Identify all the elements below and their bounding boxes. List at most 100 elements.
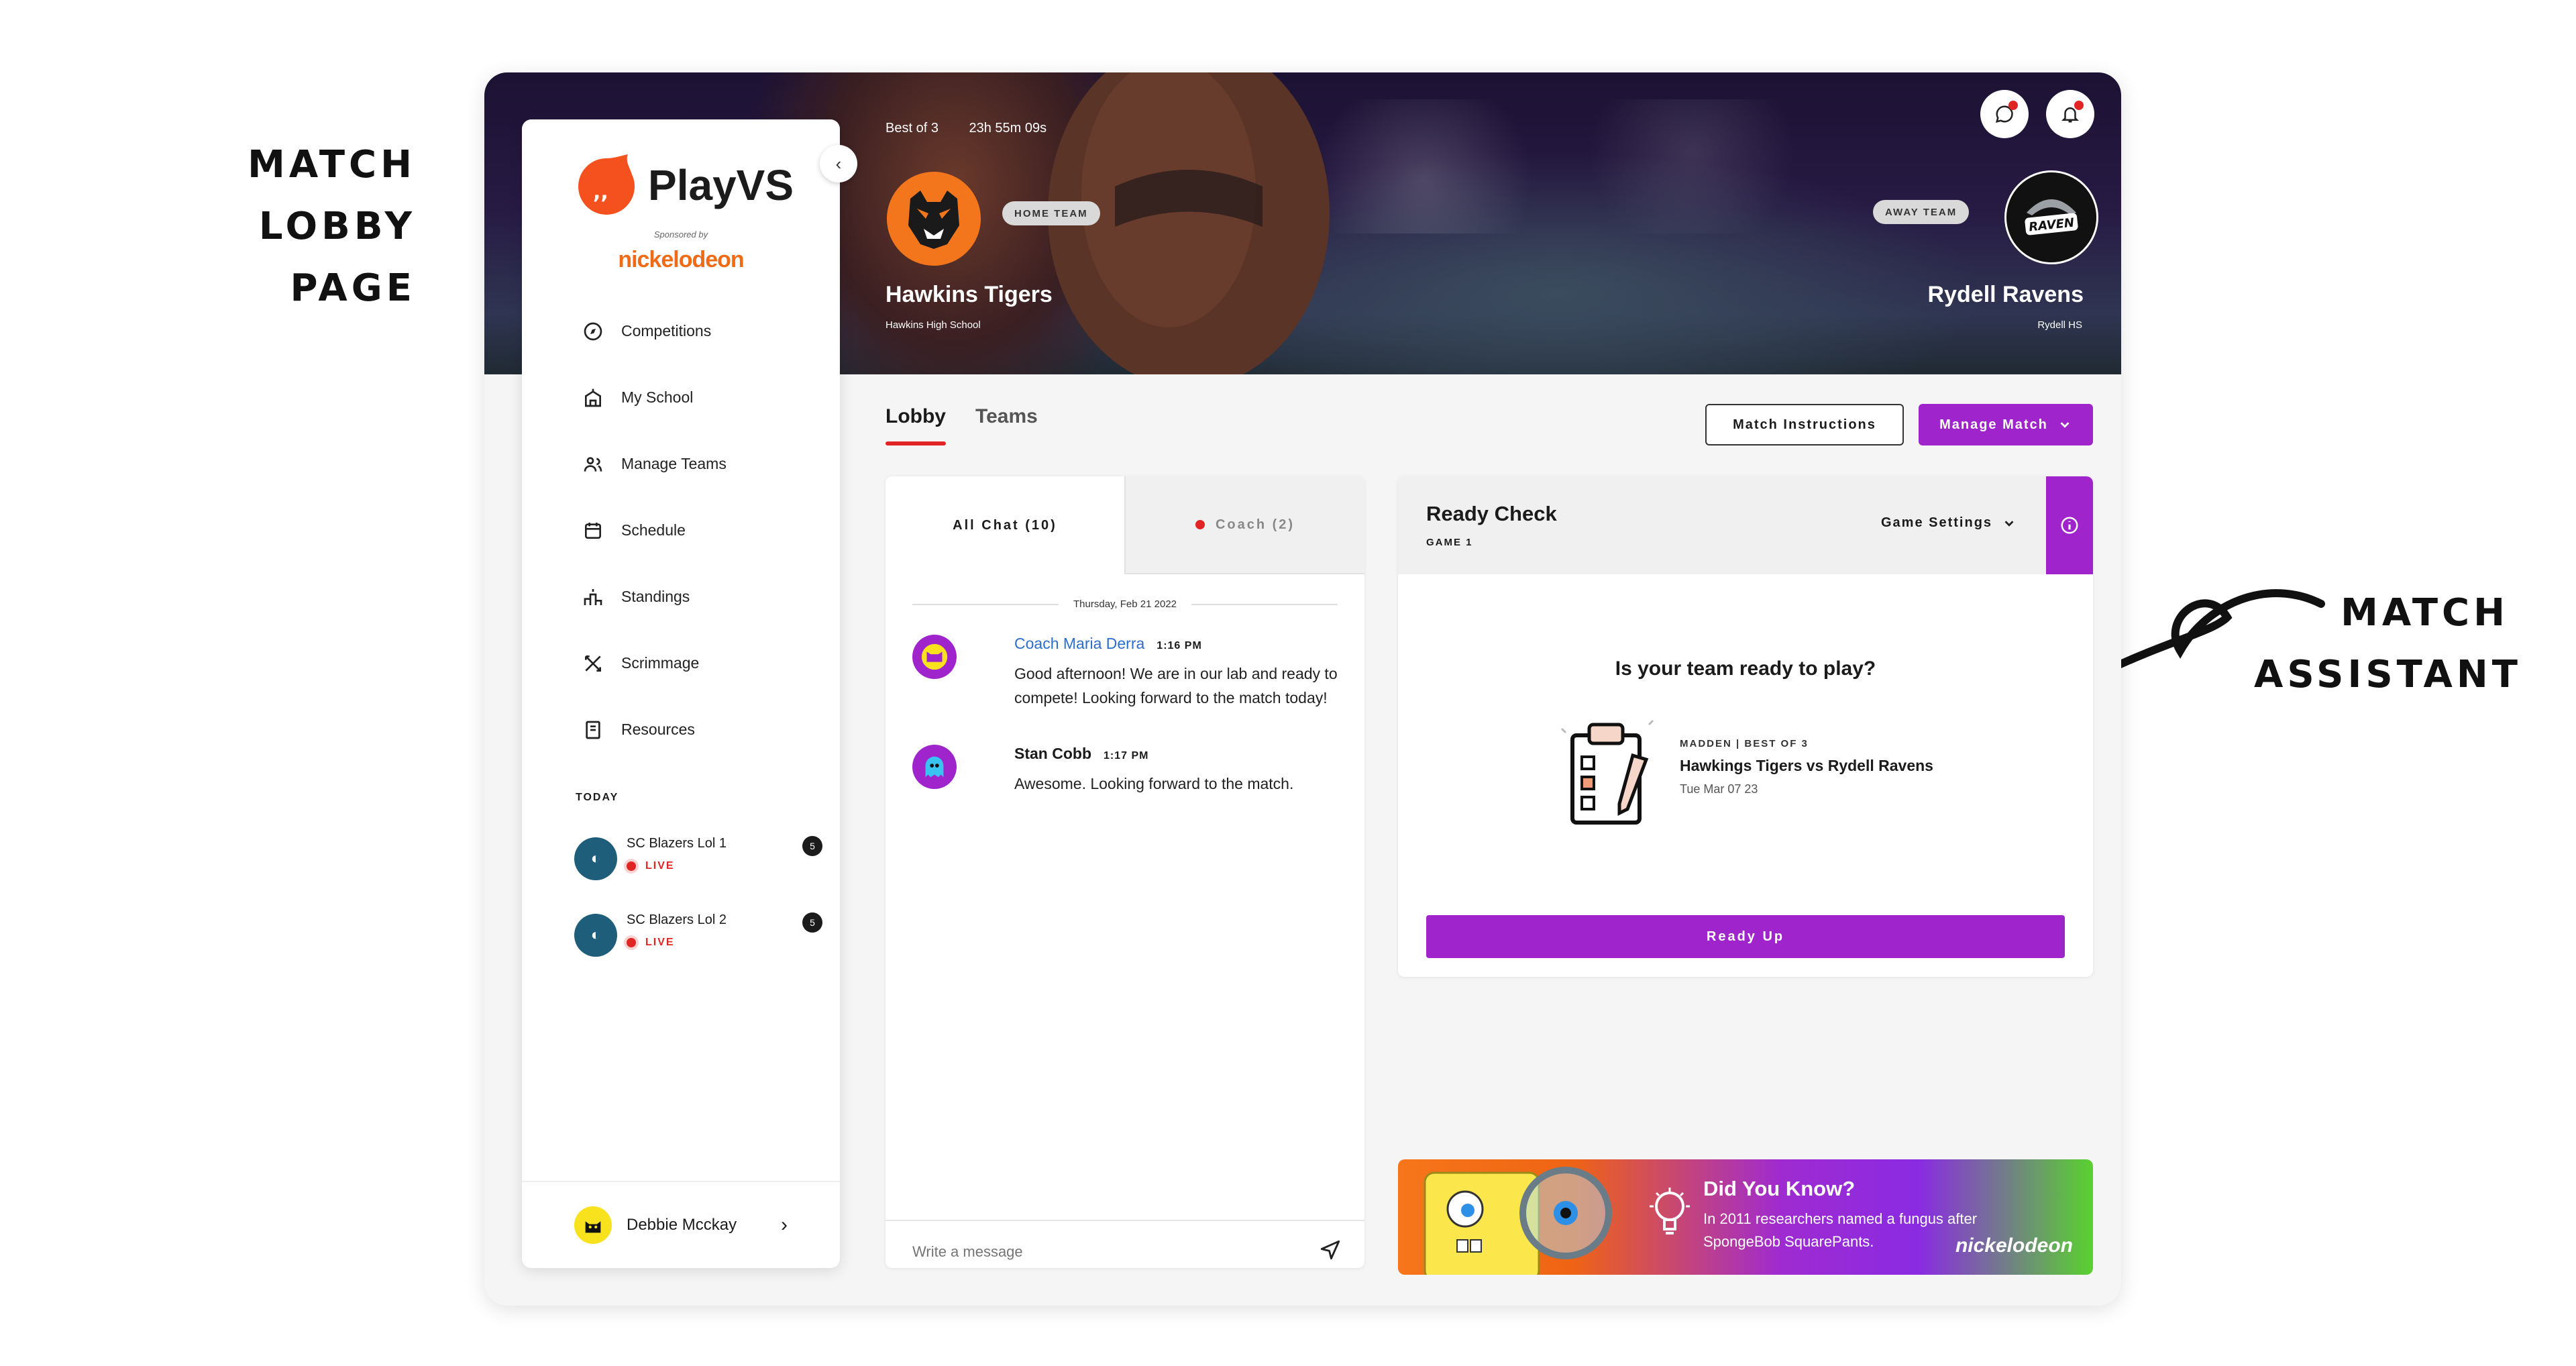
divider-line	[1191, 603, 1338, 605]
away-team-logo: RAVEN	[2004, 170, 2098, 264]
chevron-down-icon	[2004, 520, 2014, 527]
calendar-icon	[585, 522, 601, 539]
tab-all-chat[interactable]: All Chat (10)	[885, 476, 1124, 574]
ad-title: Did You Know?	[1703, 1177, 1856, 1200]
sidebar-item-label: Manage Teams	[621, 455, 727, 472]
spongebob-illustration	[1424, 1167, 1612, 1275]
message-composer	[885, 1220, 1364, 1268]
users-icon	[584, 456, 602, 472]
send-icon[interactable]	[1319, 1239, 1342, 1261]
chevron-down-icon	[2060, 422, 2070, 428]
svg-text:,,: ,,	[593, 180, 608, 204]
sidebar-item-resources[interactable]: Resources	[582, 696, 727, 763]
playvs-mark-icon: ,,	[574, 154, 636, 216]
notifications-button[interactable]	[2046, 90, 2094, 138]
match-instructions-button[interactable]: Match Instructions	[1705, 404, 1904, 445]
sponsor-caption: Sponsored by	[653, 229, 708, 240]
chevron-left-icon: ‹	[835, 153, 842, 174]
crossed-swords-icon	[585, 655, 601, 672]
ready-up-button[interactable]: Ready Up	[1426, 915, 2065, 958]
tab-teams[interactable]: Teams	[975, 405, 1038, 428]
did-you-know-banner[interactable]: Did You Know? In 2011 researchers named …	[1398, 1159, 2093, 1275]
date-label: Thursday, Feb 21 2022	[1073, 598, 1177, 610]
message-input[interactable]	[911, 1239, 1287, 1265]
message-time: 1:17 PM	[1104, 750, 1149, 761]
sidebar-item-my-school[interactable]: My School	[582, 364, 727, 431]
live-label: LIVE	[645, 860, 675, 872]
match-name: SC Blazers Lol 1	[627, 836, 727, 851]
manage-match-label: Manage Match	[1939, 417, 2048, 432]
message-author[interactable]: Coach Maria Derra	[1014, 635, 1144, 653]
unread-dot-icon	[1195, 520, 1205, 529]
live-badge: LIVE	[627, 937, 675, 949]
match-format: Best of 3	[885, 121, 938, 136]
annotation-line: MATCH LOBBY	[248, 143, 416, 248]
ready-check-title: Ready Check	[1426, 502, 1557, 525]
sidebar: ,, PlayVS Sponsored by nickelodeon Compe…	[522, 119, 840, 1268]
game-number: GAME 1	[1426, 537, 1473, 548]
info-icon	[2061, 517, 2078, 534]
ad-text: In 2011 researchers named a fungus after…	[1703, 1210, 1978, 1250]
team-avatar: ◐	[574, 837, 617, 880]
avatar	[912, 635, 957, 679]
match-countdown: 23h 55m 09s	[969, 121, 1047, 136]
sidebar-item-label: Competitions	[621, 322, 712, 339]
sidebar-item-label: Scrimmage	[621, 654, 700, 672]
app-window: Best of 3 23h 55m 09s HOME TEAM Hawkins …	[484, 72, 2121, 1306]
sidebar-item-label: Schedule	[621, 521, 686, 539]
message-header: Stan Cobb 1:17 PM	[1014, 745, 1148, 763]
avatar	[912, 745, 957, 789]
away-team-school: Rydell HS	[2037, 319, 2082, 331]
collapse-sidebar-button[interactable]: ‹	[820, 145, 857, 182]
sidebar-nav: Competitions My School Manage Teams Sche…	[582, 298, 727, 763]
ready-check-header: Ready Check GAME 1 Game Settings	[1398, 476, 2093, 574]
notification-dot	[2008, 101, 2018, 110]
message-text: Good afternoon! We are in our lab and re…	[1014, 665, 1338, 706]
cat-avatar-icon	[585, 1221, 601, 1233]
user-name: Debbie Mcckay	[627, 1216, 737, 1234]
date-divider: Thursday, Feb 21 2022	[912, 598, 1338, 610]
podium-icon	[584, 588, 602, 605]
sidebar-item-schedule[interactable]: Schedule	[582, 497, 727, 564]
messages-button[interactable]	[1980, 90, 2029, 138]
home-team-name: Hawkins Tigers	[885, 282, 1053, 307]
coach-tab-label: Coach (2)	[1215, 517, 1295, 532]
home-team-badge: HOME TEAM	[1002, 201, 1100, 225]
today-match-item[interactable]: ◐ SC Blazers Lol 2 LIVE 5	[574, 912, 822, 966]
today-match-item[interactable]: ◐ SC Blazers Lol 1 LIVE 5	[574, 836, 822, 890]
annotation-match-lobby: MATCH LOBBY PAGE	[134, 134, 416, 319]
tab-lobby[interactable]: Lobby	[885, 405, 946, 428]
message-time: 1:16 PM	[1157, 640, 1202, 651]
user-profile-menu[interactable]: Debbie Mcckay ›	[522, 1181, 840, 1268]
message-text: Awesome. Looking forward to the match.	[1014, 775, 1294, 792]
stadium-lights	[1289, 99, 1960, 233]
match-assistant-info-button[interactable]	[2046, 476, 2093, 574]
tab-coach-chat[interactable]: Coach (2)	[1124, 476, 1364, 574]
live-label: LIVE	[645, 937, 675, 948]
app-name: PlayVS	[648, 161, 794, 209]
today-heading: TODAY	[576, 792, 619, 803]
sidebar-item-label: Standings	[621, 588, 690, 605]
notification-dot	[2074, 101, 2084, 110]
home-team-logo	[887, 172, 981, 266]
lightbulb-icon	[1650, 1188, 1690, 1234]
cat-avatar-icon	[921, 643, 948, 670]
annotation-line: PAGE	[290, 266, 416, 310]
raven-icon: RAVEN	[2006, 172, 2096, 262]
playvs-logo[interactable]: ,, PlayVS	[574, 154, 794, 216]
sidebar-item-competitions[interactable]: Competitions	[582, 298, 727, 364]
sidebar-item-standings[interactable]: Standings	[582, 564, 727, 630]
ready-question: Is your team ready to play?	[1615, 658, 1876, 680]
avatar	[574, 1206, 612, 1244]
chevron-right-icon: ›	[781, 1214, 788, 1236]
sidebar-item-manage-teams[interactable]: Manage Teams	[582, 431, 727, 497]
game-settings-label: Game Settings	[1881, 515, 1993, 530]
book-icon	[586, 721, 600, 739]
home-team-school: Hawkins High School	[885, 319, 981, 331]
message-author[interactable]: Stan Cobb	[1014, 745, 1091, 763]
live-dot-icon	[627, 861, 636, 871]
sidebar-item-scrimmage[interactable]: Scrimmage	[582, 630, 727, 696]
ghost-avatar-icon	[925, 756, 944, 778]
game-settings-dropdown[interactable]: Game Settings	[1881, 515, 2017, 531]
manage-match-button[interactable]: Manage Match	[1919, 404, 2093, 445]
